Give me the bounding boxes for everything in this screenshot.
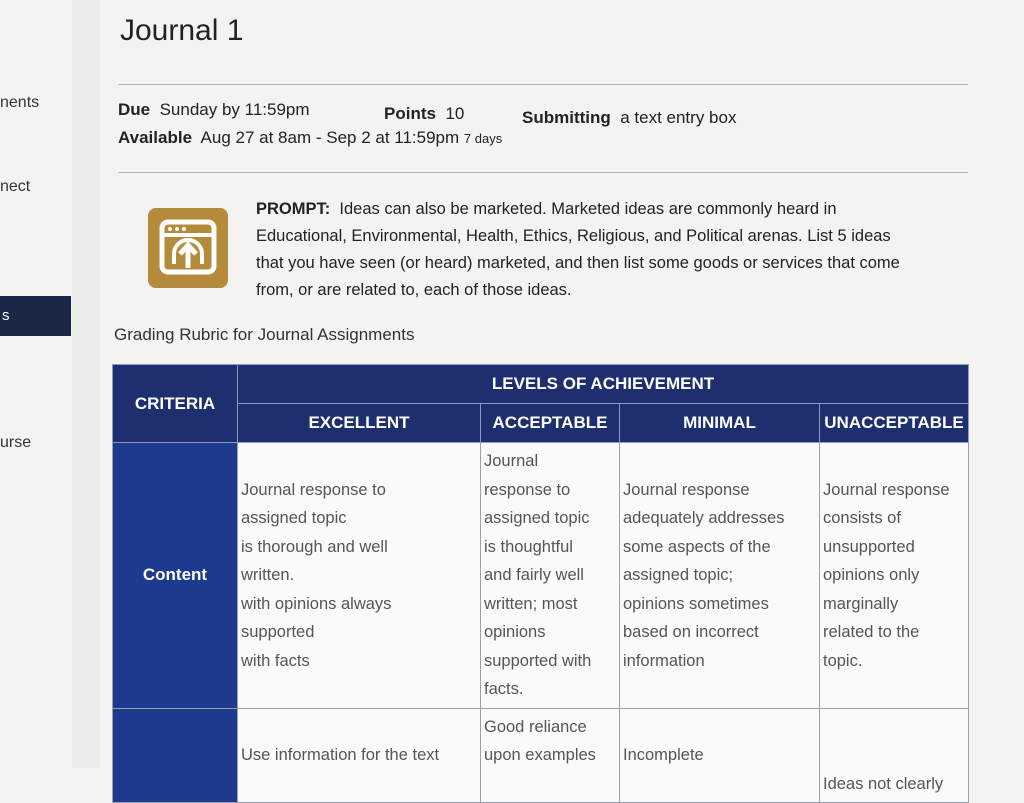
course-nav: nents nect s urse (0, 0, 72, 768)
rubric-row: Use information for the text Good relian… (112, 707, 970, 803)
rubric-cell: Journal response to assigned topic is thor… (237, 442, 481, 709)
page-title: Journal 1 (120, 14, 244, 47)
rubric-cell-line: assigned topic; (623, 566, 734, 584)
rubric-cell: Ideas not clearly (818, 707, 970, 803)
rubric-cell-line: assigned topic (484, 509, 590, 527)
rubric-row: Content Journal response to assigned topi… (112, 442, 970, 709)
rubric-cell-line: unsupported (823, 537, 915, 556)
rubric-cell-line: response to (484, 480, 571, 499)
rubric-cell-line: related to the (823, 623, 920, 641)
title-divider (118, 84, 968, 85)
rubric-cell-line (623, 447, 816, 476)
criterion-content: Content (112, 442, 238, 709)
rubric-cell-line (623, 713, 816, 742)
rubric-cell-line: marginally (823, 594, 899, 613)
due-label: Due (118, 100, 151, 119)
rubric-cell-line: based on incorrect (623, 623, 759, 641)
rubric-title: Grading Rubric for Journal Assignments (114, 325, 415, 344)
prompt-line: that you have seen (or heard) marketed, … (256, 254, 900, 272)
rubric-cell-line: is thorough and well (241, 537, 388, 556)
rubric-cell-line: supported with (484, 651, 592, 670)
rubric-cell-line: with facts (241, 651, 310, 670)
prompt-line: PROMPT: Ideas can also be marketed. Mark… (256, 200, 837, 218)
due-date: Due Sunday by 11:59pm (118, 100, 310, 120)
level-header-excellent: EXCELLENT (237, 403, 481, 443)
rubric-cell-line: facts. (484, 680, 524, 698)
rubric-table: CRITERIA LEVELS OF ACHIEVEMENT EXCELLENT… (112, 364, 970, 803)
upload-window-icon (148, 208, 228, 288)
rubric-cell-line: is thoughtful (484, 537, 573, 556)
rubric-cell-line: topic. (823, 651, 863, 670)
points: Points 10 (384, 104, 464, 124)
rubric-cell-line: Journal response (623, 480, 750, 499)
rubric-cell: Incomplete (619, 707, 820, 803)
rubric-cell-line: information (623, 651, 705, 670)
rubric-cell-line: Journal (484, 452, 539, 470)
rubric-cell-line: Journal response to (241, 480, 386, 499)
criterion-cell (112, 707, 238, 803)
nav-item-course[interactable]: urse (0, 434, 31, 452)
levels-header: LEVELS OF ACHIEVEMENT (236, 364, 970, 404)
submitting-value: a text entry box (620, 108, 737, 127)
rubric-cell-line: written; most (484, 594, 578, 613)
rubric-cell-line: Good reliance (484, 717, 587, 736)
nav-divider (72, 0, 100, 768)
rubric-cell-line: upon examples (484, 746, 596, 764)
rubric-cell-line: Incomplete (623, 746, 704, 764)
criteria-header: CRITERIA (112, 364, 238, 443)
available-duration: 7 days (463, 131, 503, 146)
level-header-minimal: MINIMAL (619, 403, 820, 443)
rubric-cell-line: opinions sometimes (623, 594, 769, 613)
rubric-cell-line: and fairly well (484, 566, 584, 584)
rubric-cell-line: with opinions always (241, 594, 392, 613)
rubric-cell-line: supported (241, 623, 315, 641)
nav-item-active[interactable]: s (0, 296, 71, 336)
available-value: Aug 27 at 8am - Sep 2 at 11:59pm (200, 128, 460, 147)
rubric-cell-line: opinions (484, 623, 546, 641)
level-header-acceptable: ACCEPTABLE (480, 403, 620, 443)
rubric-cell-line: assigned topic (241, 509, 347, 527)
prompt-line: Educational, Environmental, Health, Ethi… (256, 227, 891, 245)
prompt-label: PROMPT: (256, 200, 331, 218)
rubric-cell-line: Ideas not clearly (823, 774, 944, 793)
rubric-cell-line (823, 713, 965, 742)
prompt-text: PROMPT: Ideas can also be marketed. Mark… (256, 196, 968, 304)
rubric-cell: Journal response adequately addresses some… (619, 442, 820, 709)
rubric-cell-line (823, 741, 965, 770)
rubric-cell-line: written. (241, 566, 295, 584)
submitting: Submitting a text entry box (522, 108, 736, 128)
rubric-cell: Good reliance upon examples (480, 707, 620, 803)
availability: Available Aug 27 at 8am - Sep 2 at 11:59… (118, 128, 502, 148)
rubric-cell: Use information for the text (237, 707, 481, 803)
rubric-cell-line: Journal response (823, 480, 950, 499)
rubric-cell-line (241, 447, 477, 476)
rubric-cell-line: some aspects of the (623, 537, 771, 556)
nav-item-assignments[interactable]: nents (0, 94, 39, 112)
available-label: Available (118, 128, 193, 147)
rubric-cell-line: adequately addresses (623, 509, 785, 527)
rubric-cell-line: opinions only (823, 566, 920, 584)
nav-item-connect[interactable]: nect (0, 178, 30, 196)
meta-divider (118, 172, 968, 173)
points-value: 10 (445, 104, 465, 123)
prompt-line: from, or are related to, each of those i… (256, 281, 572, 299)
rubric-cell: Journal response consists of unsupported op… (818, 442, 970, 709)
points-label: Points (384, 104, 436, 123)
rubric-cell-line: consists of (823, 509, 901, 527)
rubric-cell: Journal response to assigned topic is thoug… (480, 442, 620, 709)
rubric-cell-line: Use information for the text (241, 746, 440, 764)
rubric-cell-line (823, 447, 965, 476)
rubric-cell-line (241, 713, 477, 742)
due-value: Sunday by 11:59pm (159, 100, 310, 119)
submitting-label: Submitting (522, 108, 611, 127)
level-header-unacceptable: UNACCEPTABLE (818, 403, 970, 443)
